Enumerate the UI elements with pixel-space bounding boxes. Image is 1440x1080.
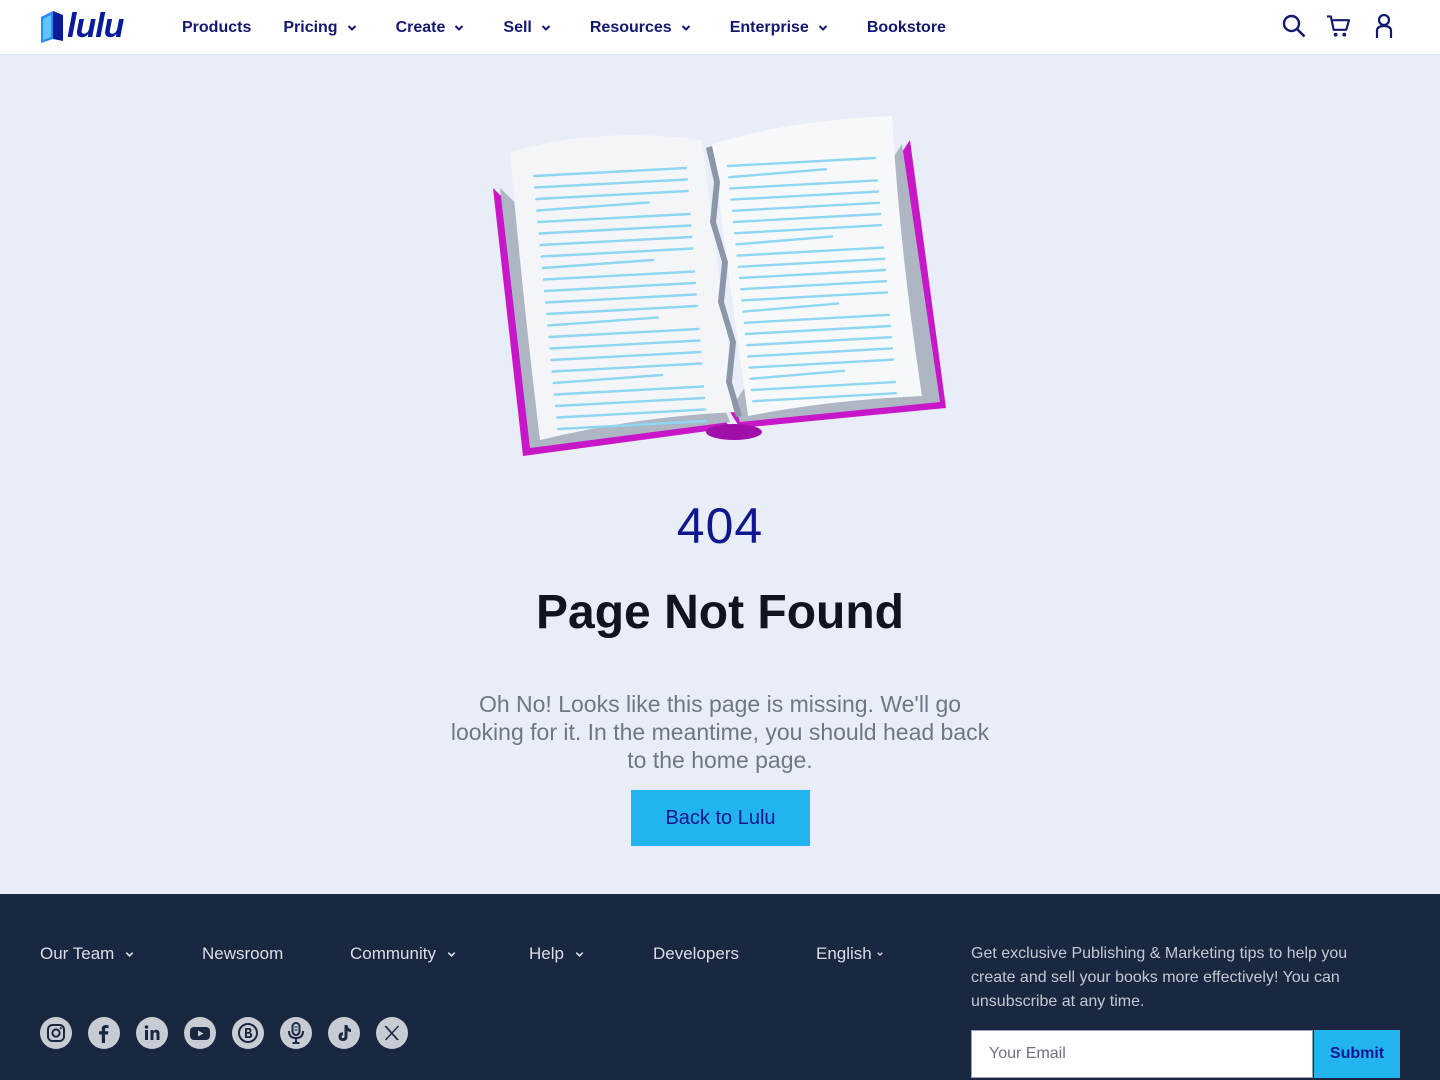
tiktok-link[interactable] xyxy=(328,1017,360,1049)
footer-link-label: Our Team xyxy=(40,944,115,963)
chevron-down-icon xyxy=(575,951,584,957)
chevron-down-icon xyxy=(681,24,690,31)
linkedin-icon xyxy=(144,1025,160,1040)
nav-label: Pricing xyxy=(283,18,338,36)
blog-icon xyxy=(238,1023,258,1043)
x-icon xyxy=(384,1025,400,1041)
podcast-link[interactable] xyxy=(280,1017,312,1049)
podcast-icon xyxy=(288,1022,304,1044)
search-icon xyxy=(1282,14,1305,38)
nav-products[interactable]: Products xyxy=(182,0,251,55)
chevron-down-icon xyxy=(876,952,883,956)
chevron-down-icon xyxy=(818,24,828,31)
tiktok-icon xyxy=(338,1025,351,1041)
language-label: English xyxy=(816,944,872,963)
page-title: Page Not Found xyxy=(536,586,904,639)
submit-button[interactable]: Submit xyxy=(1314,1030,1400,1078)
youtube-icon xyxy=(190,1027,210,1040)
footer-link-newsroom[interactable]: Newsroom xyxy=(202,944,283,964)
nav-sell[interactable]: Sell xyxy=(503,0,551,55)
footer-link-help[interactable]: Help xyxy=(529,944,585,964)
nav-resources[interactable]: Resources xyxy=(590,0,692,55)
main-nav: Products Pricing Create Sell Resources E… xyxy=(182,0,946,55)
back-to-lulu-button[interactable]: Back to Lulu xyxy=(631,790,810,846)
instagram-icon xyxy=(47,1024,65,1042)
footer-link-label: Developers xyxy=(653,944,739,963)
search-button[interactable] xyxy=(1281,12,1306,40)
footer-link-developers[interactable]: Developers xyxy=(653,944,739,964)
cart-button[interactable] xyxy=(1326,12,1351,40)
nav-label: Resources xyxy=(589,18,672,36)
newsletter-promo-text: Get exclusive Publishing & Marketing tip… xyxy=(971,945,1348,1010)
facebook-icon xyxy=(99,1025,109,1043)
language-selector[interactable]: English xyxy=(816,944,884,964)
linkedin-link[interactable] xyxy=(136,1017,168,1049)
error-description: Oh No! Looks like this page is missing. … xyxy=(450,691,990,773)
cart-icon xyxy=(1326,15,1351,37)
lulu-book-logo-icon xyxy=(41,11,63,43)
nav-create[interactable]: Create xyxy=(396,0,466,55)
chevron-down-icon xyxy=(126,951,134,957)
youtube-link[interactable] xyxy=(184,1017,216,1049)
torn-book-illustration xyxy=(493,116,946,456)
footer-link-our-team[interactable]: Our Team xyxy=(40,944,135,964)
instagram-link[interactable] xyxy=(40,1017,72,1049)
email-input[interactable] xyxy=(971,1030,1313,1078)
footer-link-label: Newsroom xyxy=(202,944,284,963)
nav-label: Bookstore xyxy=(866,18,946,36)
chevron-down-icon xyxy=(447,951,456,957)
chevron-down-icon xyxy=(541,24,551,31)
account-button[interactable] xyxy=(1371,12,1396,40)
header-actions xyxy=(1281,12,1396,40)
site-header: lulu Products Pricing Create Sell Resour… xyxy=(0,0,1440,55)
nav-pricing[interactable]: Pricing xyxy=(283,0,357,55)
blog-link[interactable] xyxy=(232,1017,264,1049)
nav-enterprise[interactable]: Enterprise xyxy=(730,0,829,55)
lulu-logo[interactable]: lulu xyxy=(39,8,135,44)
nav-label: Create xyxy=(395,18,446,36)
chevron-down-icon xyxy=(347,24,356,31)
facebook-link[interactable] xyxy=(88,1017,120,1049)
footer-link-community[interactable]: Community xyxy=(350,944,457,964)
x-link[interactable] xyxy=(376,1017,408,1049)
logo-text: lulu xyxy=(67,7,124,45)
social-links xyxy=(40,1017,408,1049)
site-footer: Our Team Newsroom Community Help Develop… xyxy=(0,894,1440,1080)
footer-link-label: Help xyxy=(529,944,564,963)
nav-label: Products xyxy=(182,18,252,36)
nav-label: Sell xyxy=(503,18,532,36)
nav-bookstore[interactable]: Bookstore xyxy=(867,0,946,55)
footer-link-label: Community xyxy=(350,944,436,963)
error-code: 404 xyxy=(676,498,764,554)
nav-label: Enterprise xyxy=(729,18,809,36)
chevron-down-icon xyxy=(455,24,464,31)
account-icon xyxy=(1375,13,1392,38)
